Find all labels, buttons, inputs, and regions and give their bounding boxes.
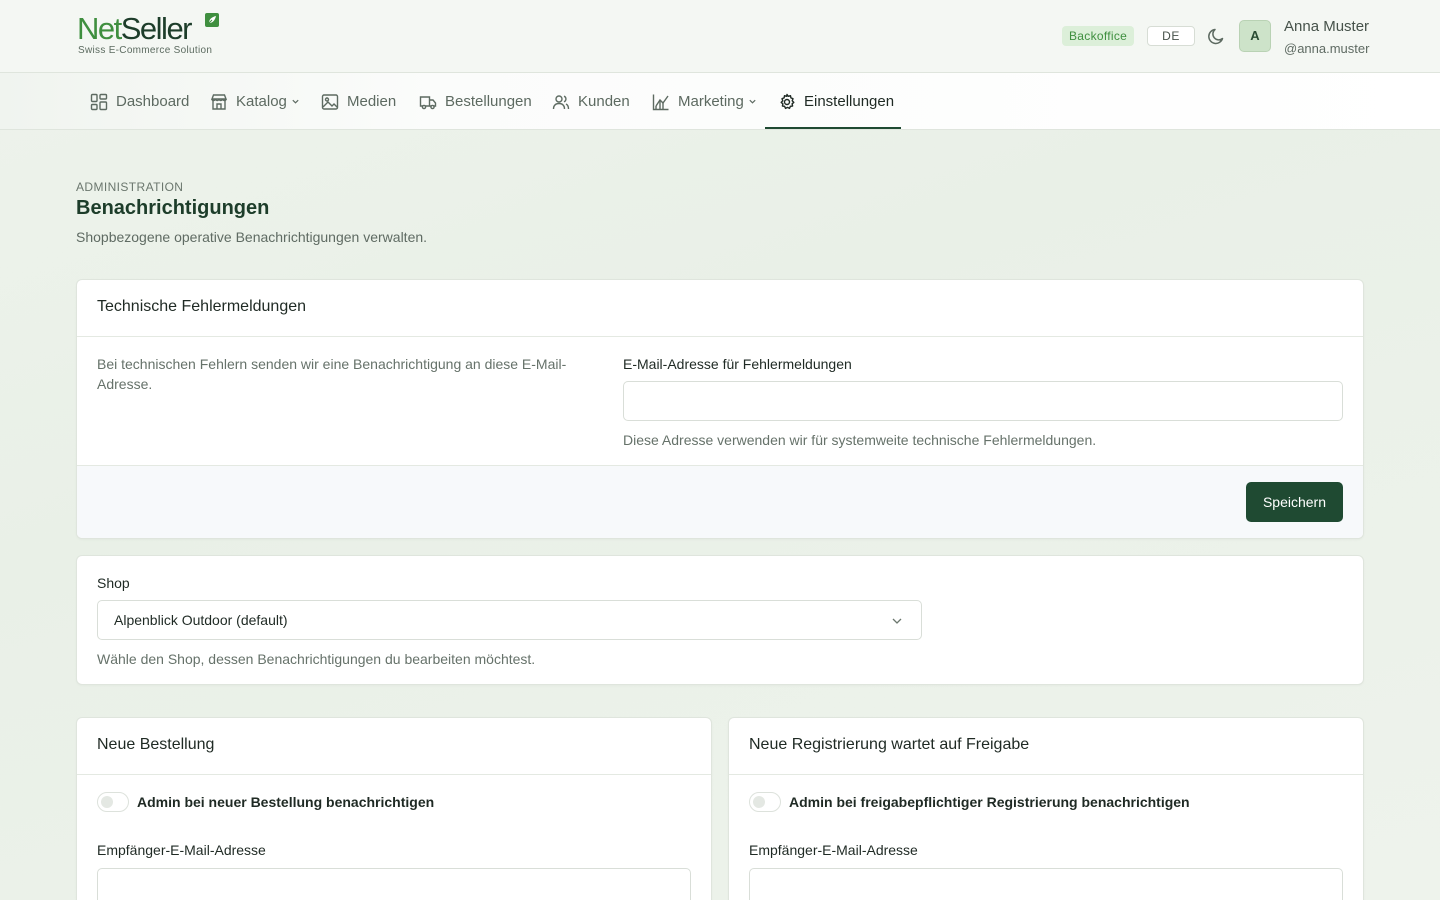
nav-item-bestellungen[interactable]: Bestellungen [419,73,532,130]
gear-icon [780,93,795,109]
registration-toggle[interactable] [749,792,781,812]
registration-toggle-label: Admin bei freigabepflichtiger Registrier… [789,794,1190,810]
order-recipient-input[interactable] [97,868,691,900]
main-navigation: Dashboard Katalog Medien Bestellungen Ku… [0,73,1440,130]
order-recipient-label: Empfänger-E-Mail-Adresse [97,842,266,858]
save-button[interactable]: Speichern [1246,482,1343,522]
card-header: Technische Fehlermeldungen [77,280,1363,337]
active-tab-indicator [765,127,901,129]
users-icon [552,94,570,109]
card-footer: Speichern [77,465,1363,538]
nav-item-kunden[interactable]: Kunden [552,73,630,130]
shop-select-card: Shop Alpenblick Outdoor (default) Wähle … [76,555,1364,685]
logo-tagline: Swiss E-Commerce Solution [78,45,213,56]
card-header: Neue Registrierung wartet auf Freigabe [729,718,1363,775]
store-icon [210,93,228,110]
dashboard-icon [90,93,108,110]
nav-item-einstellungen[interactable]: Einstellungen [778,73,894,130]
page-subtitle: Shopbezogene operative Benachrichtigunge… [76,229,428,245]
chevron-down-icon [292,99,299,104]
moon-icon[interactable] [1207,26,1227,46]
shop-label: Shop [97,575,130,591]
toggle-knob [753,796,765,808]
chevron-down-icon [892,618,902,624]
logo-wordmark: NetSeller [77,11,193,46]
nav-item-medien[interactable]: Medien [321,73,396,130]
error-card-description: Bei technischen Fehlern senden wir eine … [97,356,567,392]
error-notification-card: Technische Fehlermeldungen Bei technisch… [76,279,1364,539]
card-title: Neue Bestellung [97,736,215,753]
language-switcher[interactable]: DE [1147,26,1195,46]
backoffice-badge: Backoffice [1062,26,1135,46]
new-order-card: Neue Bestellung Admin bei neuer Bestellu… [76,717,712,900]
card-header: Neue Bestellung [77,718,711,775]
registration-recipient-label: Empfänger-E-Mail-Adresse [749,842,918,858]
new-order-toggle-label: Admin bei neuer Bestellung benachrichtig… [137,794,435,810]
truck-icon [419,95,437,109]
nav-item-katalog[interactable]: Katalog [210,73,300,130]
shop-hint: Wähle den Shop, dessen Benachrichtigunge… [97,651,536,667]
avatar[interactable]: A [1239,20,1271,52]
shop-selected-value: Alpenblick Outdoor (default) [114,612,288,628]
user-name: Anna Muster [1284,18,1370,35]
breadcrumb: ADMINISTRATION [76,180,184,194]
error-email-input[interactable] [623,381,1343,421]
card-title: Neue Registrierung wartet auf Freigabe [749,736,1030,753]
toggle-knob [101,796,113,808]
chart-icon [652,94,669,110]
nav-item-dashboard[interactable]: Dashboard [90,73,189,130]
card-title: Technische Fehlermeldungen [97,298,307,315]
netseller-logo[interactable]: NetSeller Swiss E-Commerce Solution [77,13,227,59]
image-icon [321,93,339,110]
registration-approval-card: Neue Registrierung wartet auf Freigabe A… [728,717,1364,900]
nav-item-marketing[interactable]: Marketing [652,73,757,130]
new-order-toggle[interactable] [97,792,129,812]
top-header: NetSeller Swiss E-Commerce Solution Back… [0,0,1440,73]
error-email-label: E-Mail-Adresse für Fehlermeldungen [623,356,852,372]
chevron-down-icon [749,99,756,104]
leaf-icon [205,13,219,27]
user-handle: @anna.muster [1284,41,1370,56]
error-email-hint: Diese Adresse verwenden wir für systemwe… [623,432,1097,448]
registration-recipient-input[interactable] [749,868,1343,900]
shop-select[interactable]: Alpenblick Outdoor (default) [97,600,922,640]
page-title: Benachrichtigungen [76,197,270,219]
